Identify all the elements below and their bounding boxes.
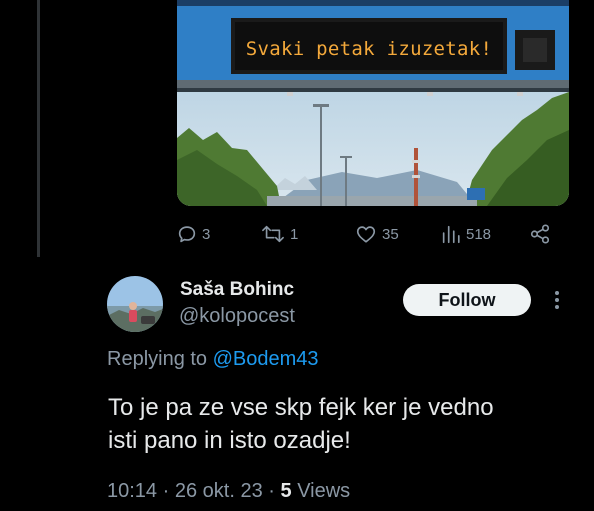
reply-icon	[178, 226, 196, 243]
tweet-views-label: Views	[297, 480, 351, 502]
replying-to-mention[interactable]: @Bodem43	[213, 348, 319, 370]
tweet-media-image[interactable]: Svaki petak izuzetak!	[177, 0, 569, 206]
avatar[interactable]	[107, 276, 163, 332]
user-handle[interactable]: @kolopocest	[179, 305, 295, 328]
repost-icon	[262, 225, 284, 243]
like-button[interactable]: 35	[354, 220, 399, 248]
tweet-action-bar: 3 1 35 518	[176, 220, 556, 248]
views-button[interactable]: 518	[440, 220, 491, 248]
replying-to-line: Replying to @Bodem43	[107, 348, 319, 371]
tweet-views-count: 5	[280, 480, 292, 502]
meta-separator: ·	[268, 480, 275, 502]
more-icon[interactable]	[551, 288, 563, 312]
share-icon	[530, 224, 550, 244]
repost-count: 1	[290, 225, 299, 243]
meta-separator: ·	[162, 480, 170, 502]
reply-count: 3	[202, 225, 211, 243]
tweet-text: To je pa ze vse skp fejk ker je vedno is…	[108, 391, 583, 457]
avatar-photo	[107, 276, 163, 332]
repost-button[interactable]: 1	[260, 220, 298, 248]
tweet-time[interactable]: 10:14	[107, 480, 157, 502]
follow-button[interactable]: Follow	[403, 284, 531, 316]
share-button[interactable]	[528, 220, 556, 248]
like-icon	[356, 226, 376, 243]
views-icon	[442, 225, 460, 244]
views-count: 518	[466, 225, 492, 243]
tweet-meta: 10:14 · 26 okt. 23 · 5 Views	[107, 480, 350, 503]
tweet-text-line: To je pa ze vse skp fejk ker je vedno	[108, 394, 494, 421]
like-count: 35	[382, 225, 399, 243]
tweet-date[interactable]: 26 okt. 23	[175, 480, 263, 502]
tweet-text-line: isti pano in isto ozadje!	[108, 427, 351, 454]
thread-connector-line	[37, 0, 40, 257]
replying-to-label: Replying to	[107, 348, 208, 370]
reply-button[interactable]: 3	[176, 220, 210, 248]
display-name[interactable]: Saša Bohinc	[180, 279, 294, 301]
sign-message: Svaki petak izuzetak!	[245, 38, 493, 60]
